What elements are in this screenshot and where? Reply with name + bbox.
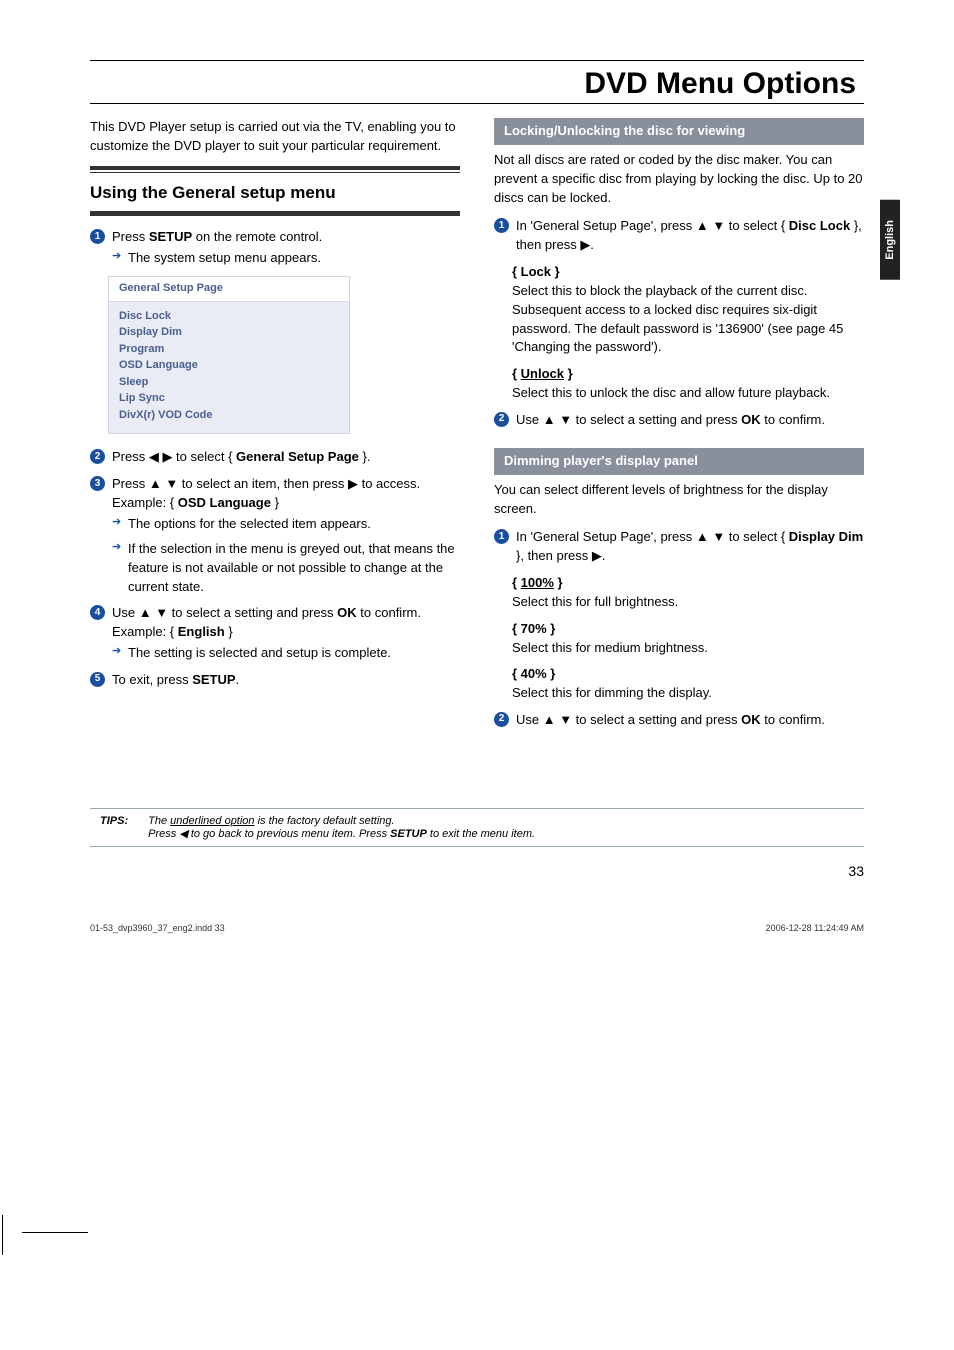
step-3-result-2: If the selection in the menu is greyed o…	[112, 540, 460, 597]
main-title-bar: DVD Menu Options	[90, 67, 864, 104]
crop-mark-icon	[22, 1232, 88, 1263]
lock-step-1-icon: 1	[494, 218, 509, 233]
menu-item: OSD Language	[119, 357, 339, 374]
menu-item: Program	[119, 341, 339, 358]
step-5-icon: 5	[90, 672, 105, 687]
step-4-text: Use ▲ ▼ to select a setting and press OK…	[112, 605, 421, 620]
general-setup-menu: General Setup Page Disc Lock Display Dim…	[108, 276, 350, 434]
dim-step-1-text: In 'General Setup Page', press ▲ ▼ to se…	[516, 529, 863, 563]
menu-item: Sleep	[119, 374, 339, 391]
lock-step-2-text: Use ▲ ▼ to select a setting and press OK…	[516, 412, 825, 427]
dim-step-1-icon: 1	[494, 529, 509, 544]
lock-step-1-text: In 'General Setup Page', press ▲ ▼ to se…	[516, 218, 862, 252]
step-3-example: Example: { OSD Language }	[112, 494, 460, 513]
tips-label: TIPS:	[100, 815, 128, 840]
dim-step-2-icon: 2	[494, 712, 509, 727]
lock-intro: Not all discs are rated or coded by the …	[494, 151, 864, 208]
footer-right: 2006-12-28 11:24:49 AM	[766, 923, 864, 933]
option-40: { 40% } Select this for dimming the disp…	[494, 665, 864, 703]
option-70: { 70% } Select this for medium brightnes…	[494, 620, 864, 658]
option-unlock: { Unlock } Select this to unlock the dis…	[494, 365, 864, 403]
footer-left: 01-53_dvp3960_37_eng2.indd 33	[90, 923, 225, 933]
print-footer: 01-53_dvp3960_37_eng2.indd 33 2006-12-28…	[90, 923, 864, 973]
option-lock: { Lock } Select this to block the playba…	[494, 263, 864, 357]
step-1-text: Press SETUP on the remote control.	[112, 229, 322, 244]
menu-item: Display Dim	[119, 324, 339, 341]
step-1-icon: 1	[90, 229, 105, 244]
step-1-result: The system setup menu appears.	[112, 249, 460, 268]
step-4-icon: 4	[90, 605, 105, 620]
step-3-text: Press ▲ ▼ to select an item, then press …	[112, 476, 420, 491]
right-column: Locking/Unlocking the disc for viewing N…	[494, 118, 864, 738]
step-5-text: To exit, press SETUP.	[112, 672, 239, 687]
main-title: DVD Menu Options	[584, 67, 864, 101]
option-100: { 100% } Select this for full brightness…	[494, 574, 864, 612]
tips-text: The underlined option is the factory def…	[148, 815, 535, 840]
step-4-result: The setting is selected and setup is com…	[112, 644, 460, 663]
dim-section-bar: Dimming player's display panel	[494, 448, 864, 475]
dim-step-2-text: Use ▲ ▼ to select a setting and press OK…	[516, 712, 825, 727]
menu-item: Disc Lock	[119, 308, 339, 325]
step-4-example: Example: { English }	[112, 623, 460, 642]
language-tab: English	[880, 200, 900, 280]
menu-header: General Setup Page	[109, 277, 349, 302]
step-3-icon: 3	[90, 476, 105, 491]
intro-paragraph: This DVD Player setup is carried out via…	[90, 118, 460, 156]
general-setup-heading: Using the General setup menu	[90, 181, 460, 206]
left-column: This DVD Player setup is carried out via…	[90, 118, 460, 738]
step-2-icon: 2	[90, 449, 105, 464]
step-3-result-1: The options for the selected item appear…	[112, 515, 460, 534]
step-2-text: Press ◀ ▶ to select { General Setup Page…	[112, 449, 370, 464]
dim-intro: You can select different levels of brigh…	[494, 481, 864, 519]
page-number: 33	[90, 863, 864, 879]
menu-item: Lip Sync	[119, 390, 339, 407]
tips-box: TIPS: The underlined option is the facto…	[90, 808, 864, 847]
menu-item: DivX(r) VOD Code	[119, 407, 339, 424]
lock-section-bar: Locking/Unlocking the disc for viewing	[494, 118, 864, 145]
lock-step-2-icon: 2	[494, 412, 509, 427]
